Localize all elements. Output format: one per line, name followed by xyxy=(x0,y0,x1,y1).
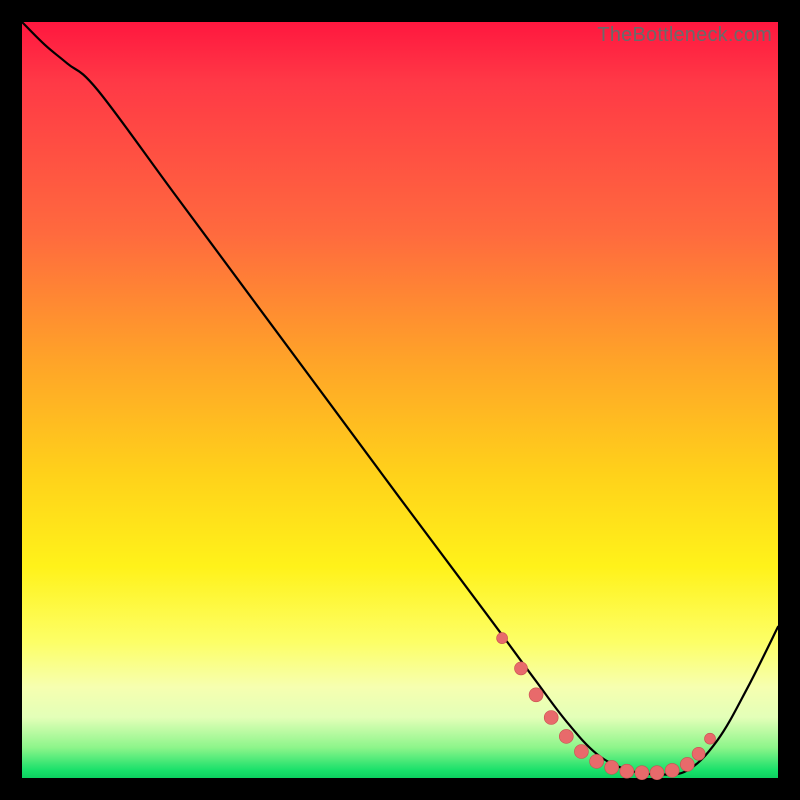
curve-layer xyxy=(22,22,778,778)
chart-frame: TheBottleneck.com xyxy=(0,0,800,800)
valley-markers xyxy=(497,633,716,780)
valley-dot xyxy=(650,766,664,780)
valley-dot xyxy=(529,688,543,702)
valley-dot xyxy=(605,760,619,774)
valley-dot xyxy=(559,729,573,743)
plot-area: TheBottleneck.com xyxy=(22,22,778,778)
valley-dot xyxy=(705,733,716,744)
valley-dot xyxy=(515,662,528,675)
valley-dot xyxy=(620,764,634,778)
valley-dot xyxy=(590,754,604,768)
bottleneck-curve xyxy=(22,22,778,775)
valley-dot xyxy=(544,711,558,725)
valley-dot xyxy=(692,747,705,760)
valley-dot xyxy=(680,757,694,771)
valley-dot xyxy=(635,766,649,780)
valley-dot xyxy=(665,763,679,777)
valley-dot xyxy=(497,633,508,644)
valley-dot xyxy=(574,745,588,759)
